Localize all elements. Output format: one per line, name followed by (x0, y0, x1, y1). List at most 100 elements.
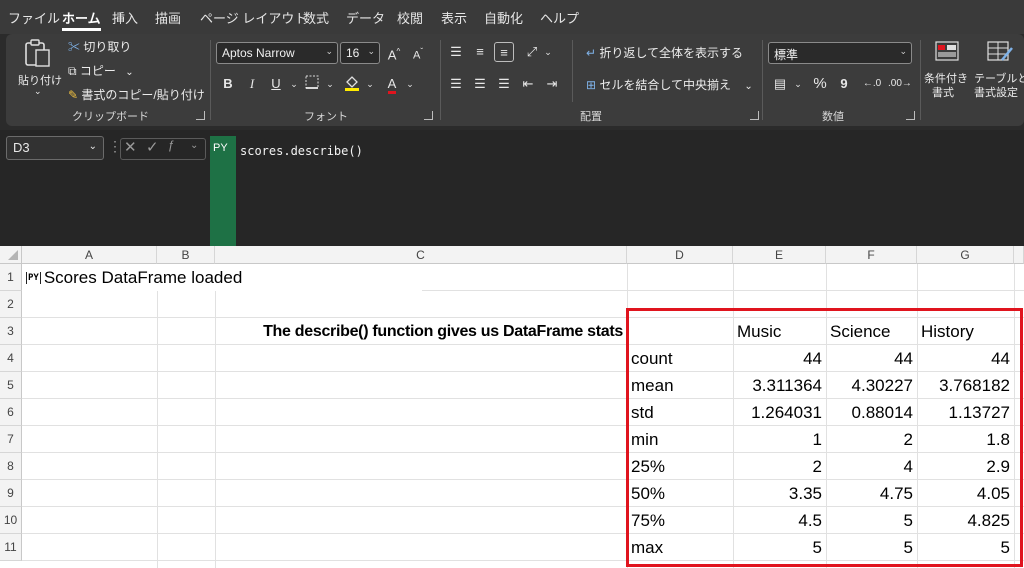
align-right-button[interactable]: ☰ (494, 74, 514, 94)
df-value[interactable]: 44 (826, 345, 917, 372)
df-value[interactable]: 5 (826, 507, 917, 534)
row-header-5[interactable]: 5 (0, 372, 22, 399)
chevron-down-icon[interactable]: ⌄ (538, 42, 558, 62)
cell-c3[interactable]: The describe() function gives us DataFra… (215, 318, 627, 345)
format-as-table-button[interactable]: テーブルとし 書式設定 (972, 38, 1024, 102)
increase-decimal-button[interactable]: ←.0 (862, 74, 882, 94)
row-header-7[interactable]: 7 (0, 426, 22, 453)
df-value[interactable]: 5 (826, 534, 917, 561)
font-name-select[interactable]: Aptos Narrow ⌄ (216, 42, 338, 64)
df-stat-label[interactable]: mean (627, 372, 733, 399)
column-header-h[interactable] (1014, 246, 1024, 264)
column-header-e[interactable]: E (733, 246, 826, 264)
column-header-c[interactable]: C (215, 246, 627, 264)
row-header-4[interactable]: 4 (0, 345, 22, 372)
align-bottom-button[interactable]: ≡ (494, 42, 514, 62)
chevron-down-icon[interactable]: ⌄ (360, 74, 380, 94)
borders-button[interactable] (302, 74, 322, 94)
row-header-6[interactable]: 6 (0, 399, 22, 426)
column-header-b[interactable]: B (157, 246, 215, 264)
tab-page-layout[interactable]: ページ レイアウト (200, 8, 307, 27)
align-top-button[interactable]: ☰ (446, 42, 466, 62)
df-value[interactable]: 0.88014 (826, 399, 917, 426)
percent-button[interactable]: % (810, 74, 830, 94)
tab-draw[interactable]: 描画 (155, 8, 181, 27)
align-left-button[interactable]: ☰ (446, 74, 466, 94)
format-painter-button[interactable]: ✎ 書式のコピー/貼り付け (68, 86, 205, 103)
tab-review[interactable]: 校閲 (397, 8, 423, 27)
comma-button[interactable]: 9 (834, 74, 854, 94)
tab-data[interactable]: データ (346, 8, 385, 27)
tab-help[interactable]: ヘルプ (540, 8, 579, 27)
df-stat-label[interactable]: max (627, 534, 733, 561)
tab-formulas[interactable]: 数式 (303, 8, 329, 27)
column-header-d[interactable]: D (627, 246, 733, 264)
decrease-font-size-button[interactable]: Aˇ (408, 42, 428, 62)
chevron-down-icon[interactable]: ⌄ (788, 74, 808, 94)
row-header-11[interactable]: 11 (0, 534, 22, 561)
row-header-1[interactable]: 1 (0, 264, 22, 291)
clipboard-launcher-icon[interactable] (196, 111, 205, 120)
df-value[interactable]: 4.825 (917, 507, 1014, 534)
formula-input[interactable]: scores.describe() (236, 136, 1024, 238)
df-value[interactable]: 3.35 (733, 480, 826, 507)
name-box[interactable]: D3 ⌄ (6, 136, 104, 160)
insert-function-icon[interactable]: ƒ (168, 138, 175, 152)
chevron-down-icon[interactable]: ⌄ (320, 74, 340, 94)
row-header-9[interactable]: 9 (0, 480, 22, 507)
df-stat-label[interactable]: count (627, 345, 733, 372)
cut-button[interactable]: ✂ 切り取り (68, 38, 131, 55)
bold-button[interactable]: B (218, 74, 238, 94)
df-value[interactable]: 44 (917, 345, 1014, 372)
alignment-launcher-icon[interactable] (750, 111, 759, 120)
number-format-select[interactable]: 標準 ⌄ (768, 42, 912, 64)
df-header-science[interactable]: Science (826, 318, 917, 345)
chevron-down-icon[interactable]: ⌄ (190, 140, 198, 151)
column-header-a[interactable]: A (22, 246, 157, 264)
row-header-2[interactable]: 2 (0, 291, 22, 318)
df-value[interactable]: 2 (733, 453, 826, 480)
tab-file[interactable]: ファイル (8, 8, 60, 27)
tab-insert[interactable]: 挿入 (112, 8, 138, 27)
align-center-button[interactable]: ☰ (470, 74, 490, 94)
df-value[interactable]: 4.05 (917, 480, 1014, 507)
df-value[interactable]: 1.13727 (917, 399, 1014, 426)
df-value[interactable]: 1.8 (917, 426, 1014, 453)
copy-button[interactable]: ⧉ コピー ⌄ (68, 62, 134, 79)
df-value[interactable]: 2 (826, 426, 917, 453)
select-all-button[interactable] (0, 246, 22, 264)
df-stat-label[interactable]: 50% (627, 480, 733, 507)
tab-automate[interactable]: 自動化 (484, 8, 523, 27)
row-header-10[interactable]: 10 (0, 507, 22, 534)
decrease-indent-button[interactable]: ⇤ (518, 74, 538, 94)
increase-indent-button[interactable]: ⇥ (542, 74, 562, 94)
df-value[interactable]: 5 (733, 534, 826, 561)
df-value[interactable]: 3.768182 (917, 372, 1014, 399)
df-value[interactable]: 5 (917, 534, 1014, 561)
enter-icon[interactable]: ✓ (146, 138, 159, 156)
font-color-button[interactable]: A (382, 74, 402, 94)
font-launcher-icon[interactable] (424, 111, 433, 120)
df-value[interactable]: 2.9 (917, 453, 1014, 480)
cell-a1[interactable]: PY Scores DataFrame loaded (22, 264, 422, 291)
df-stat-label[interactable]: 75% (627, 507, 733, 534)
df-stat-label[interactable]: 25% (627, 453, 733, 480)
merge-center-button[interactable]: ⊞ セルを結合して中央揃え ⌄ (586, 76, 753, 93)
accounting-format-button[interactable]: ▤ (770, 74, 790, 94)
decrease-decimal-button[interactable]: .00→ (888, 74, 912, 94)
italic-button[interactable]: I (242, 74, 262, 94)
tab-home[interactable]: ホーム (62, 8, 101, 31)
chevron-down-icon[interactable]: ⌄ (284, 74, 304, 94)
conditional-formatting-button[interactable]: 条件付き 書式 (924, 38, 970, 102)
df-value[interactable]: 1 (733, 426, 826, 453)
worksheet-grid[interactable]: A B C D E F G 1 2 3 4 5 6 7 8 9 10 11 PY… (0, 246, 1024, 568)
df-value[interactable]: 4 (826, 453, 917, 480)
df-value[interactable]: 4.5 (733, 507, 826, 534)
column-header-f[interactable]: F (826, 246, 917, 264)
df-stat-label[interactable]: min (627, 426, 733, 453)
number-launcher-icon[interactable] (906, 111, 915, 120)
align-middle-button[interactable]: ≡ (470, 42, 490, 62)
font-size-select[interactable]: 16 ⌄ (340, 42, 380, 64)
df-header-history[interactable]: History (917, 318, 1014, 345)
df-value[interactable]: 44 (733, 345, 826, 372)
